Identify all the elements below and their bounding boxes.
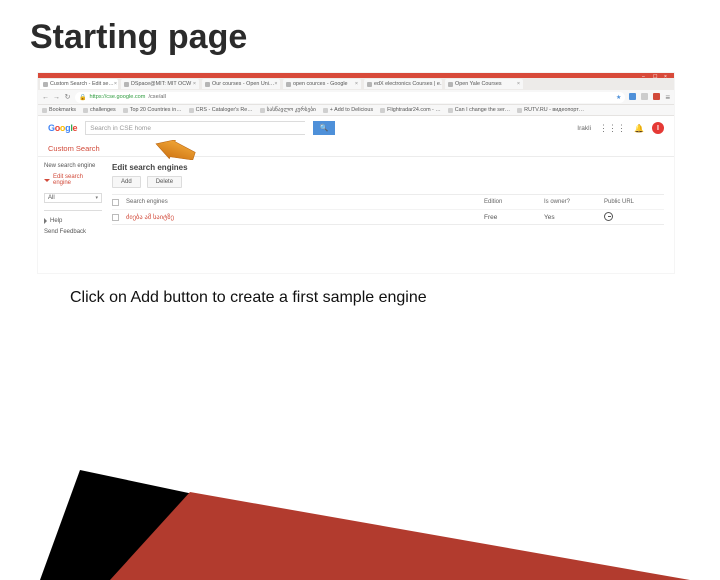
engine-filter-dropdown[interactable]: All▾ — [44, 193, 102, 203]
section-title: Edit search engines — [112, 163, 664, 172]
product-name[interactable]: Custom Search — [48, 144, 100, 153]
sidebar-item-edit-engine[interactable]: Edit search engine — [44, 174, 102, 186]
extension-icon[interactable] — [653, 93, 660, 100]
row-checkbox[interactable] — [112, 214, 119, 221]
engines-table: Search engines Edition Is owner? Public … — [112, 194, 664, 225]
tab-strip: Custom Search - Edit se…× DSpace@MIT: MI… — [38, 78, 674, 90]
tab-yale[interactable]: Open Yale Courses × — [445, 79, 523, 89]
bookmark-item[interactable]: Flightradar24.com - … — [380, 107, 441, 113]
url-host: https://cse.google.com — [89, 94, 145, 100]
tab-label: Custom Search - Edit se… — [50, 81, 114, 87]
link-icon — [604, 212, 613, 221]
custom-search-brand-bar: Custom Search — [38, 140, 674, 157]
column-header: Public URL — [604, 199, 664, 205]
lock-icon: 🔒 — [79, 94, 86, 101]
chevron-down-icon: ▾ — [95, 195, 98, 201]
forward-icon[interactable]: → — [53, 94, 60, 101]
bookmark-item[interactable]: სასწავლო კურსები — [260, 107, 316, 113]
google-logo[interactable]: Google — [48, 123, 77, 133]
extension-icon[interactable] — [629, 93, 636, 100]
tab-open-uni[interactable]: Our courses - Open Uni…× — [202, 79, 280, 89]
tab-edx[interactable]: edX electronics Courses | e…× — [364, 79, 442, 89]
user-name[interactable]: Irakli — [577, 125, 591, 132]
bookmark-item[interactable]: Top 20 Countries in… — [123, 107, 182, 113]
close-icon[interactable]: × — [274, 81, 277, 87]
close-icon[interactable]: × — [193, 81, 196, 87]
chevron-down-icon — [44, 179, 50, 182]
tab-custom-search[interactable]: Custom Search - Edit se…× — [40, 79, 118, 89]
maximize-button[interactable]: ☐ — [653, 74, 660, 78]
tab-label: open cources - Google — [293, 81, 348, 87]
search-icon: 🔍 — [320, 124, 329, 132]
extension-area: ≡ — [629, 93, 670, 102]
sidebar-item-send-feedback[interactable]: Send Feedback — [44, 229, 102, 235]
cse-search-input[interactable]: Search in CSE home — [85, 121, 305, 135]
engine-edition: Free — [484, 214, 544, 221]
engine-public-url[interactable] — [604, 212, 664, 223]
search-button[interactable]: 🔍 — [313, 121, 335, 135]
bookmarks-bar: Bookmarks challenges Top 20 Countries in… — [38, 105, 674, 116]
tab-google[interactable]: open cources - Google × — [283, 79, 361, 89]
delete-button[interactable]: Delete — [147, 176, 182, 188]
sidebar: New search engine Edit search engine All… — [38, 157, 108, 241]
google-header: Google Search in CSE home 🔍 Irakli ⋮⋮⋮ 🔔… — [38, 116, 674, 140]
tab-label: DSpace@MIT: MIT OCW — [131, 81, 191, 87]
sidebar-item-new-engine[interactable]: New search engine — [44, 163, 102, 169]
table-header: Search engines Edition Is owner? Public … — [112, 195, 664, 209]
table-row[interactable]: ძიება ამ საიტზე Free Yes — [112, 209, 664, 224]
column-header: Edition — [484, 199, 544, 205]
chevron-right-icon — [44, 218, 47, 224]
tab-label: Our courses - Open Uni… — [212, 81, 274, 87]
close-button[interactable]: × — [664, 74, 671, 78]
bookmark-item[interactable]: challenges — [83, 107, 116, 113]
apps-icon[interactable]: ⋮⋮⋮ — [599, 123, 626, 134]
close-icon[interactable]: × — [114, 81, 117, 87]
close-icon[interactable]: × — [517, 81, 520, 87]
tab-label: Open Yale Courses — [455, 81, 502, 87]
bookmark-item[interactable]: RUTV.RU - видеопорт… — [517, 107, 584, 113]
reload-icon[interactable]: ↻ — [64, 94, 71, 101]
star-icon[interactable]: ★ — [616, 94, 621, 101]
sidebar-item-help[interactable]: Help — [44, 218, 102, 224]
browser-screenshot: – ☐ × Custom Search - Edit se…× DSpace@M… — [38, 73, 674, 273]
main-content: Edit search engines Add Delete Search en… — [108, 157, 674, 241]
slide-title: Starting page — [0, 0, 720, 65]
close-icon[interactable]: × — [355, 81, 358, 87]
bookmark-item[interactable]: Bookmarks — [42, 107, 76, 113]
url-path: /cse/all — [148, 94, 165, 100]
menu-icon[interactable]: ≡ — [665, 93, 670, 102]
bookmark-item[interactable]: + Add to Delicious — [323, 107, 373, 113]
select-all-checkbox[interactable] — [112, 199, 119, 206]
bookmark-item[interactable]: Can I change the ser… — [448, 107, 510, 113]
engine-owner: Yes — [544, 214, 604, 221]
slide-caption: Click on Add button to create a first sa… — [70, 289, 720, 307]
tab-dspace[interactable]: DSpace@MIT: MIT OCW× — [121, 79, 199, 89]
extension-icon[interactable] — [641, 93, 648, 100]
add-button[interactable]: Add — [112, 176, 141, 188]
minimize-button[interactable]: – — [642, 74, 649, 78]
avatar[interactable]: I — [652, 122, 664, 134]
column-header: Is owner? — [544, 199, 604, 205]
column-header: Search engines — [126, 199, 484, 205]
slide-decoration — [40, 340, 720, 580]
notifications-icon[interactable]: 🔔 — [634, 124, 644, 133]
url-box[interactable]: 🔒 https://cse.google.com/cse/all ★ — [75, 92, 625, 103]
engine-name[interactable]: ძიება ამ საიტზე — [126, 213, 484, 221]
tab-label: edX electronics Courses | e… — [374, 81, 442, 87]
address-bar: ← → ↻ 🔒 https://cse.google.com/cse/all ★… — [38, 90, 674, 105]
back-icon[interactable]: ← — [42, 94, 49, 101]
bookmark-item[interactable]: CRS - Cataloger's Re… — [189, 107, 253, 113]
